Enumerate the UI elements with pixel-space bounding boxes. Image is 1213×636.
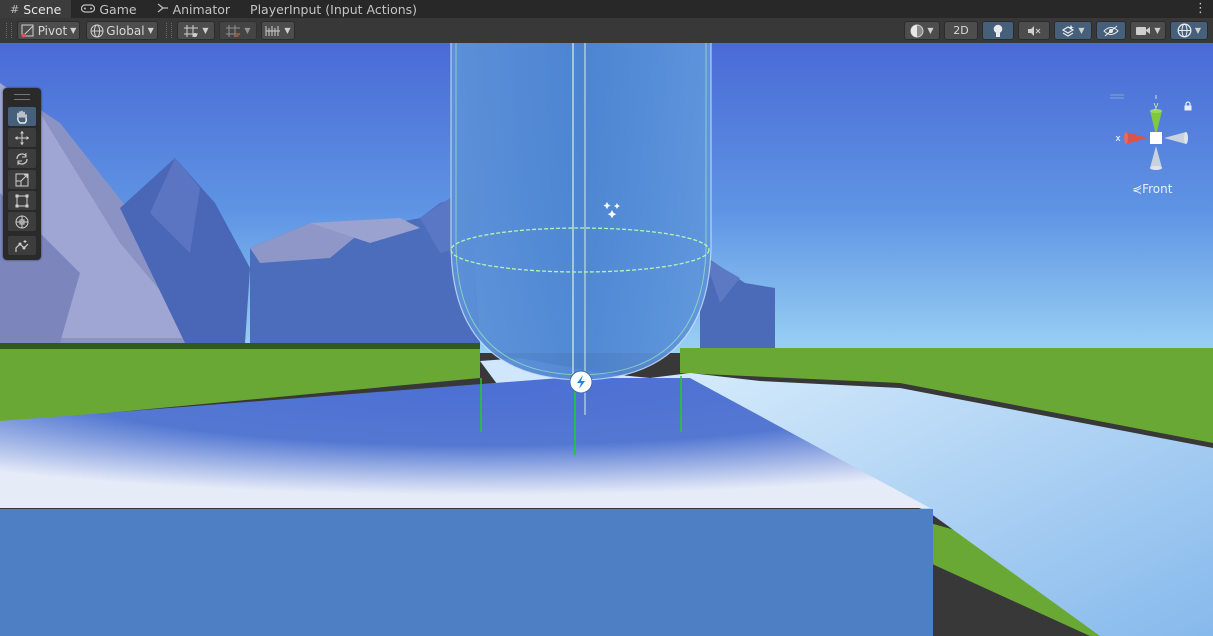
overlay-drag-handle[interactable] bbox=[14, 94, 30, 100]
tab-player-input-label: PlayerInput (Input Actions) bbox=[250, 1, 418, 17]
audio-toggle-button[interactable] bbox=[1018, 21, 1050, 40]
effects-icon bbox=[1062, 24, 1075, 37]
tab-player-input[interactable]: PlayerInput (Input Actions) bbox=[240, 0, 427, 18]
tab-scene[interactable]: # Scene bbox=[0, 0, 72, 18]
hand-icon bbox=[17, 110, 28, 124]
increment-snap-dropdown[interactable]: ▼ bbox=[219, 21, 257, 40]
tab-bar: # Scene Game Animator PlayerInput (Input… bbox=[0, 0, 1213, 18]
camera-dropdown[interactable]: ▼ bbox=[1130, 21, 1166, 40]
camera-icon bbox=[1136, 27, 1151, 35]
lock-icon[interactable] bbox=[1183, 101, 1193, 111]
animator-icon bbox=[157, 2, 169, 16]
gizmos-globe-icon bbox=[1177, 23, 1192, 38]
move-icon bbox=[15, 130, 29, 145]
tab-game[interactable]: Game bbox=[71, 0, 146, 18]
pivot-icon bbox=[21, 24, 34, 37]
shading-sphere-icon bbox=[910, 24, 924, 37]
toggle-2d-button[interactable]: 2D bbox=[944, 21, 978, 40]
chevron-down-icon: ▼ bbox=[244, 26, 251, 35]
tab-animator[interactable]: Animator bbox=[147, 0, 240, 18]
scene-viewport[interactable]: y x ⋞Front bbox=[0, 43, 1213, 636]
gizmo-x-label: x bbox=[1115, 134, 1121, 144]
effects-dropdown[interactable]: ▼ bbox=[1054, 21, 1092, 40]
scene-toolbar: Pivot ▼ Global ▼ ▼ ▼ ▼ ▼ 2D ▼ ▼ ▼ bbox=[0, 18, 1213, 44]
transform-tool-button[interactable] bbox=[8, 212, 36, 231]
transform-icon bbox=[15, 215, 29, 228]
rect-transform-icon bbox=[15, 194, 29, 207]
tab-scene-label: Scene bbox=[23, 1, 62, 17]
ruler-icon bbox=[265, 25, 281, 36]
pivot-dropdown[interactable]: Pivot ▼ bbox=[17, 21, 80, 40]
grid-icon: # bbox=[10, 2, 20, 16]
global-dropdown[interactable]: Global ▼ bbox=[86, 21, 158, 40]
scene-tools-overlay bbox=[3, 88, 41, 260]
toolbar-grip[interactable] bbox=[6, 23, 12, 38]
scale-icon bbox=[15, 173, 29, 186]
custom-tool-icon bbox=[15, 239, 29, 252]
more-options-icon[interactable]: ⋮ bbox=[1194, 1, 1207, 16]
grid-snap-dropdown[interactable]: ▼ bbox=[177, 21, 215, 40]
move-tool-button[interactable] bbox=[8, 128, 36, 147]
custom-tool-button[interactable] bbox=[8, 236, 36, 255]
grid-snap-icon bbox=[184, 24, 199, 37]
chevron-down-icon: ▼ bbox=[202, 26, 209, 35]
chevron-down-icon: ▼ bbox=[70, 26, 77, 35]
chevron-down-icon: ▼ bbox=[927, 26, 934, 35]
scene-visibility-button[interactable] bbox=[1096, 21, 1126, 40]
gizmo-y-axis-cone[interactable] bbox=[1150, 109, 1162, 135]
gizmo-x-axis-cone[interactable] bbox=[1124, 132, 1148, 144]
eye-hidden-icon bbox=[1103, 25, 1119, 36]
rotate-tool-button[interactable] bbox=[8, 149, 36, 168]
chevron-down-icon: ▼ bbox=[284, 26, 291, 35]
global-label: Global bbox=[106, 23, 145, 38]
chevron-down-icon: ▼ bbox=[1078, 26, 1085, 35]
pivot-label: Pivot bbox=[37, 23, 68, 38]
toolbar-grip[interactable] bbox=[166, 23, 172, 38]
toggle-2d-label: 2D bbox=[953, 24, 969, 37]
player-capsule[interactable] bbox=[450, 43, 712, 415]
grass-edge bbox=[0, 343, 480, 349]
scene-render bbox=[0, 43, 1213, 636]
tab-animator-label: Animator bbox=[172, 1, 231, 17]
globe-icon bbox=[90, 24, 104, 37]
lightbulb-icon bbox=[993, 24, 1003, 37]
hand-tool-button[interactable] bbox=[8, 107, 36, 126]
shading-mode-dropdown[interactable]: ▼ bbox=[904, 21, 940, 40]
lighting-toggle-button[interactable] bbox=[982, 21, 1014, 40]
gizmo-center-cube[interactable] bbox=[1150, 132, 1162, 144]
chevron-down-icon: ▼ bbox=[1154, 26, 1161, 35]
player-input-icon[interactable] bbox=[569, 370, 593, 394]
gamepad-icon bbox=[81, 3, 96, 16]
rect-tool-button[interactable] bbox=[8, 191, 36, 210]
tab-game-label: Game bbox=[99, 1, 137, 17]
view-mode-label[interactable]: ⋞Front bbox=[1132, 182, 1172, 196]
chevron-down-icon: ▼ bbox=[147, 26, 154, 35]
gizmo-neg-y-axis-cone[interactable] bbox=[1150, 146, 1162, 170]
gizmos-dropdown[interactable]: ▼ bbox=[1170, 21, 1208, 40]
chevron-down-icon: ▼ bbox=[1194, 26, 1202, 35]
gizmo-neg-x-axis-cone[interactable] bbox=[1164, 132, 1188, 144]
rotate-icon bbox=[16, 152, 28, 165]
audio-mute-icon bbox=[1028, 25, 1041, 36]
view-mode-text: Front bbox=[1142, 182, 1173, 196]
scale-tool-button[interactable] bbox=[8, 170, 36, 189]
ruler-dropdown[interactable]: ▼ bbox=[261, 21, 295, 40]
increment-snap-icon bbox=[226, 24, 241, 37]
platform-front bbox=[0, 509, 933, 636]
gizmo-y-label: y bbox=[1153, 101, 1159, 111]
perspective-icon: ⋞ bbox=[1132, 182, 1143, 196]
